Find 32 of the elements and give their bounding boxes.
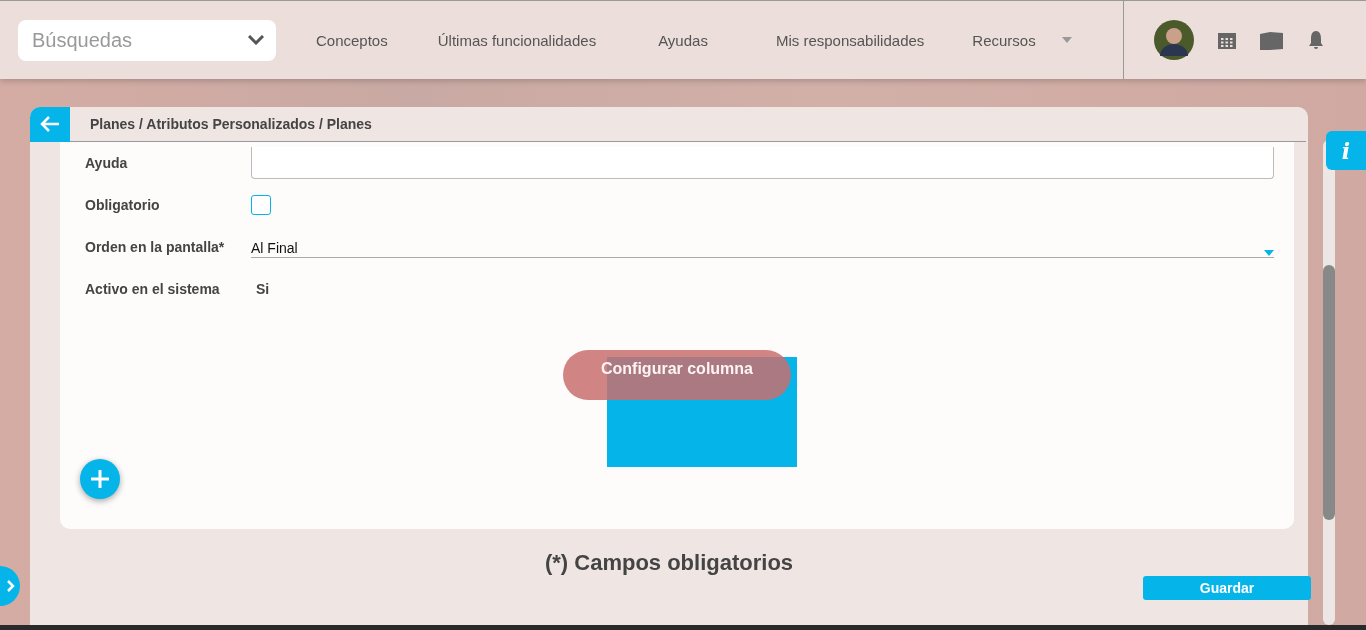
plus-icon (91, 470, 109, 488)
field-label: Ayuda (85, 155, 129, 171)
nav-link[interactable]: Ayudas (658, 31, 708, 49)
scrollbar-track[interactable] (1323, 140, 1335, 625)
field-label: Activo en el sistema (85, 281, 221, 297)
chevron-down-icon (248, 35, 264, 45)
configure-column-button[interactable]: Configurar columna (563, 350, 791, 400)
nav-link[interactable]: Recursos (972, 31, 1036, 49)
back-arrow-icon (40, 116, 60, 132)
field-value: Si (256, 281, 270, 297)
search-field[interactable]: Búsquedas (30, 27, 230, 53)
help-textarea[interactable] (251, 147, 1274, 179)
nav-link[interactable]: Mis responsabilidades (775, 31, 925, 49)
field-label: Obligatorio (85, 197, 161, 213)
required-fields-note: (*) Campos obligatorios (544, 550, 794, 576)
calendar-icon[interactable] (1218, 31, 1236, 49)
nav-link[interactable]: Conceptos (316, 31, 388, 49)
avatar[interactable] (1154, 20, 1194, 60)
breadcrumb: Planes / Atributos Personalizados / Planes (90, 116, 372, 132)
add-button[interactable] (80, 459, 120, 499)
caret-icon[interactable] (1061, 37, 1072, 43)
notes-icon[interactable] (1260, 30, 1284, 50)
scrollbar-thumb[interactable] (1323, 265, 1335, 520)
field-label: Orden en la pantalla* (85, 239, 226, 255)
order-select[interactable]: Al Final (251, 236, 1274, 258)
caret-icon (1264, 250, 1274, 256)
search-select[interactable]: Búsquedas (18, 19, 276, 61)
back-button[interactable] (30, 106, 70, 142)
checkbox[interactable] (251, 195, 271, 215)
chevron-right-icon (7, 580, 15, 592)
nav-link[interactable]: Últimas funcionalidades (437, 31, 597, 49)
bell-icon[interactable] (1308, 30, 1324, 50)
